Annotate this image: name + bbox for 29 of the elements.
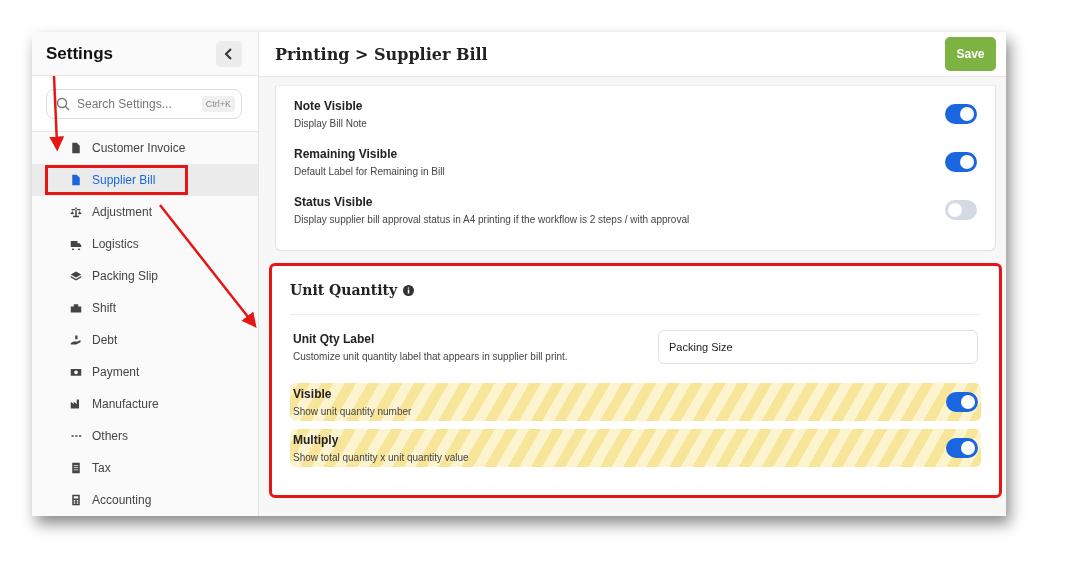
- sidebar-item[interactable]: Adjustment: [65, 197, 164, 227]
- sidebar-item[interactable]: Accounting: [65, 485, 163, 515]
- setting-label: Note Visible: [294, 99, 364, 113]
- setting-label: Remaining Visible: [294, 147, 399, 161]
- sidebar-item[interactable]: Manufacture: [65, 389, 170, 419]
- setting-label: Visible: [293, 387, 333, 401]
- setting-description: Default Label for Remaining in Bill: [294, 166, 445, 177]
- input-field[interactable]: Packing Size: [658, 330, 978, 364]
- page-title: Printing > Supplier Bill: [275, 44, 488, 64]
- setting-label: Multiply: [293, 433, 340, 447]
- setting-description: Show unit quantity number: [293, 406, 412, 417]
- shortcut-badge: Ctrl+K: [201, 96, 235, 112]
- setting-description: Customize unit quantity label that appears in supplier bill print.: [293, 351, 568, 362]
- sidebar-item[interactable]: Supplier Bill: [45, 165, 189, 195]
- sidebar-title: Settings: [46, 43, 114, 64]
- setting-description: Display Bill Note: [294, 118, 367, 129]
- setting-description: Display supplier bill approval status in A4 printing if the workflow is 2 steps / with approval: [294, 214, 690, 225]
- setting-description: Show total quantity x unit quantity value: [293, 452, 469, 463]
- sidebar-item[interactable]: Payment: [65, 357, 151, 387]
- sidebar-item[interactable]: Packing Slip: [65, 261, 170, 291]
- sidebar-item[interactable]: Shift: [65, 293, 127, 323]
- setting-label: Status Visible: [294, 195, 374, 209]
- sidebar-item[interactable]: Logistics: [65, 229, 150, 259]
- setting-label: Unit Qty Label: [293, 332, 376, 346]
- section-title: Unit Quantity: [290, 282, 398, 298]
- sidebar-item[interactable]: Others: [65, 421, 139, 451]
- sidebar-item[interactable]: Debt: [65, 325, 129, 355]
- sidebar-item[interactable]: Customer Invoice: [65, 133, 197, 163]
- sidebar-item[interactable]: Tax: [65, 453, 122, 483]
